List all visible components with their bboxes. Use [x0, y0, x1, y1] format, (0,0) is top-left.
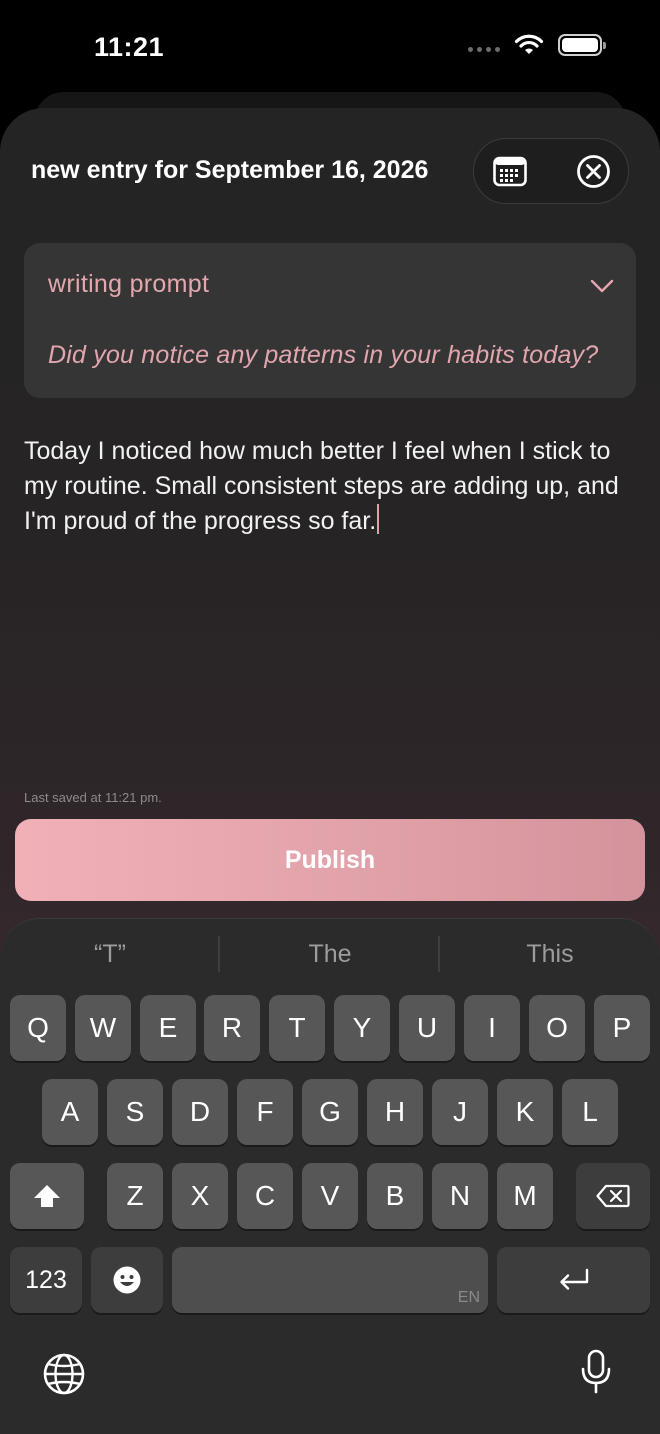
text-caret	[377, 504, 380, 534]
key-t[interactable]: T	[269, 995, 325, 1061]
key-f[interactable]: F	[237, 1079, 293, 1145]
close-icon[interactable]	[576, 154, 611, 189]
suggestion-1[interactable]: “T”	[0, 940, 220, 969]
status-icons	[468, 34, 606, 56]
last-saved-status: Last saved at 11:21 pm.	[24, 790, 162, 805]
key-j[interactable]: J	[432, 1079, 488, 1145]
return-key[interactable]	[497, 1247, 650, 1313]
entry-text: Today I noticed how much better I feel w…	[24, 437, 619, 535]
key-i[interactable]: I	[464, 995, 520, 1061]
key-y[interactable]: Y	[334, 995, 390, 1061]
status-time: 11:21	[94, 32, 165, 62]
key-m[interactable]: M	[497, 1163, 553, 1229]
delete-key[interactable]	[576, 1163, 650, 1229]
signal-dots-icon	[468, 46, 500, 52]
key-q[interactable]: Q	[10, 995, 66, 1061]
emoji-key[interactable]	[91, 1247, 163, 1313]
chevron-down-icon[interactable]	[590, 278, 614, 294]
backspace-icon	[596, 1184, 630, 1208]
key-x[interactable]: X	[172, 1163, 228, 1229]
writing-prompt-question: Did you notice any patterns in your habi…	[48, 341, 599, 369]
space-key[interactable]: EN	[172, 1247, 488, 1313]
numbers-key[interactable]: 123	[10, 1247, 82, 1313]
key-a[interactable]: A	[42, 1079, 98, 1145]
key-p[interactable]: P	[594, 995, 650, 1061]
key-b[interactable]: B	[367, 1163, 423, 1229]
key-d[interactable]: D	[172, 1079, 228, 1145]
battery-icon	[558, 34, 606, 56]
shift-key[interactable]	[10, 1163, 84, 1229]
shift-arrow-icon	[34, 1185, 60, 1207]
key-w[interactable]: W	[75, 995, 131, 1061]
key-k[interactable]: K	[497, 1079, 553, 1145]
key-u[interactable]: U	[399, 995, 455, 1061]
writing-prompt-label: writing prompt	[48, 270, 210, 298]
publish-button[interactable]: Publish	[15, 819, 645, 901]
return-arrow-icon	[559, 1268, 588, 1290]
calendar-icon[interactable]	[493, 155, 527, 187]
wifi-icon	[514, 34, 544, 54]
key-s[interactable]: S	[107, 1079, 163, 1145]
suggestion-3[interactable]: This	[440, 940, 660, 969]
key-o[interactable]: O	[529, 995, 585, 1061]
globe-icon[interactable]	[42, 1352, 86, 1396]
page-title: new entry for September 16, 2026	[31, 156, 429, 184]
keyboard-language-label: EN	[457, 1289, 480, 1306]
key-r[interactable]: R	[204, 995, 260, 1061]
status-bar: 11:21	[0, 0, 660, 96]
suggestion-2[interactable]: The	[220, 940, 440, 969]
microphone-icon[interactable]	[580, 1349, 612, 1395]
key-l[interactable]: L	[562, 1079, 618, 1145]
emoji-icon	[113, 1266, 141, 1294]
key-v[interactable]: V	[302, 1163, 358, 1229]
key-g[interactable]: G	[302, 1079, 358, 1145]
key-h[interactable]: H	[367, 1079, 423, 1145]
writing-prompt-card[interactable]	[24, 243, 636, 398]
entry-text-area[interactable]: Today I noticed how much better I feel w…	[24, 434, 636, 539]
key-n[interactable]: N	[432, 1163, 488, 1229]
key-e[interactable]: E	[140, 995, 196, 1061]
key-c[interactable]: C	[237, 1163, 293, 1229]
key-z[interactable]: Z	[107, 1163, 163, 1229]
